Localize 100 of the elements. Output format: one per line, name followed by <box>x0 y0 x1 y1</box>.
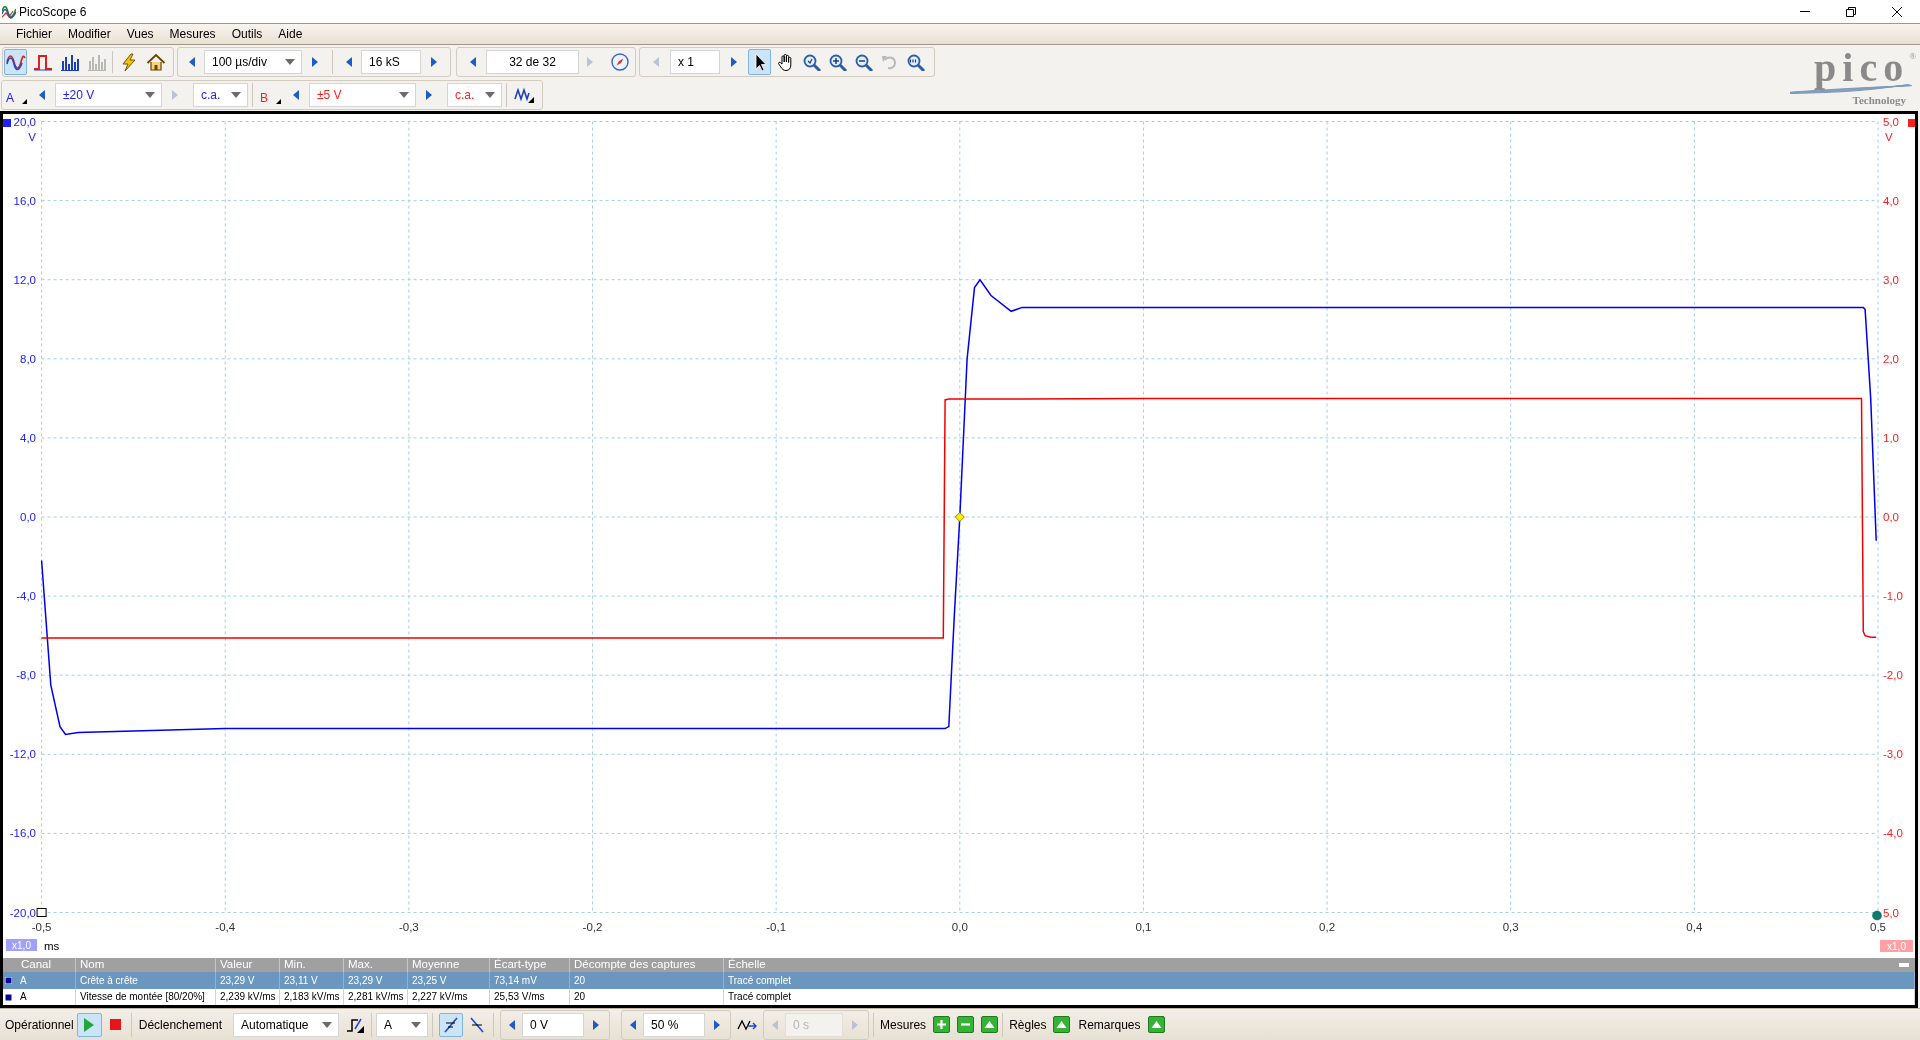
minimize-icon <box>1800 11 1810 12</box>
y-axis-tick-label: 4,0 <box>1883 194 1899 207</box>
bar-chart-icon <box>86 52 107 71</box>
right-triangle-icon <box>431 56 437 67</box>
buffer-field[interactable]: 32 de 32 <box>486 49 579 74</box>
left-triangle-icon <box>630 1019 637 1030</box>
menu-item[interactable]: Mesures <box>161 24 224 44</box>
left-triangle-icon <box>189 56 195 67</box>
right-triangle-icon <box>714 1019 721 1030</box>
section-label: Règles <box>1009 1016 1047 1034</box>
menu-item[interactable]: Aide <box>270 24 311 44</box>
table-cell: 2,281 kV/ms <box>348 992 404 1002</box>
x-axis-tick-label: 0,2 <box>1319 921 1336 933</box>
expand-button[interactable] <box>1053 1016 1071 1033</box>
rising-edge-icon <box>443 1016 460 1033</box>
y-axis-tick-label: 2,0 <box>1883 352 1899 365</box>
y-axis-tick-label: -8,0 <box>16 669 36 682</box>
caret-icon <box>411 1021 422 1028</box>
right-triangle-icon <box>172 89 178 100</box>
channel-button[interactable]: A <box>3 82 27 107</box>
menu-item[interactable]: Vues <box>118 24 162 44</box>
y-axis-tick-label: -4,0 <box>1883 827 1903 840</box>
y-axis-unit-label: V <box>28 131 36 143</box>
bar-chart-icon <box>59 52 80 71</box>
caret-icon <box>485 91 495 98</box>
right-triangle-icon <box>852 1019 859 1030</box>
right-triangle-icon <box>312 56 318 67</box>
scale-badge: x1,0 <box>1880 940 1913 952</box>
x-axis-tick-label: -0,4 <box>215 921 236 933</box>
status-label: Opérationnel <box>5 1016 74 1034</box>
falling-edge-icon <box>469 1016 486 1033</box>
x-axis-tick-label: -0,5 <box>31 921 52 933</box>
left-triangle-icon <box>39 89 45 100</box>
app-icon <box>2 4 16 19</box>
logo-name: pico <box>1814 48 1910 88</box>
trigger-mode-dropdown[interactable]: Automatique <box>233 1012 340 1037</box>
y-axis-tick-label: 5,0 <box>1883 906 1899 919</box>
x-axis-tick-label: -0,1 <box>766 921 787 933</box>
table-row[interactable]: A Vitesse de montée [80/20%] 2,239 kV/ms 2,183 kV/ms 2,281 kV/ms 2,227 kV/ms 25,53 V/ms 20 Tracé complet <box>3 989 1915 1005</box>
table-cell: A <box>20 975 27 986</box>
threshold-field[interactable]: 0 V <box>522 1012 585 1037</box>
coupling-dropdown[interactable]: c.a. <box>447 82 502 107</box>
trigger-marker-icon <box>954 512 965 522</box>
trigger-label: Déclenchement <box>138 1016 223 1034</box>
samples-field[interactable]: 16 kS <box>361 49 421 74</box>
remove-button[interactable] <box>957 1016 975 1033</box>
left-triangle-icon <box>653 56 659 67</box>
y-axis-tick-label: -2,0 <box>1883 669 1903 682</box>
column-header: Écart-type <box>494 959 547 971</box>
range-dropdown[interactable]: ±20 V <box>55 82 162 107</box>
zoom-fit-icon <box>905 52 926 71</box>
table-cell: A <box>20 992 27 1002</box>
menu-item[interactable]: Outils <box>223 24 271 44</box>
column-header: Max. <box>348 959 373 971</box>
expand-button[interactable] <box>981 1016 999 1033</box>
right-triangle-icon <box>593 1019 600 1030</box>
right-triangle-icon <box>587 56 593 67</box>
zigzag-wave-icon <box>514 86 534 103</box>
range-dropdown[interactable]: ±5 V <box>309 82 416 107</box>
y-axis-tick-label: -12,0 <box>9 748 36 761</box>
rising-edge-button[interactable] <box>439 1012 464 1037</box>
column-header: Échelle <box>728 959 766 971</box>
caret-icon <box>231 91 241 98</box>
square-handle-icon[interactable] <box>36 908 47 917</box>
collapse-button[interactable] <box>1897 960 1911 970</box>
zoom-out-icon <box>853 52 874 71</box>
table-cell: 25,53 V/ms <box>494 992 545 1002</box>
x-axis-tick-label: 0,1 <box>1135 921 1152 933</box>
pointer-tool-button[interactable] <box>748 48 771 75</box>
pretrigger-field[interactable]: 50 % <box>643 1012 706 1037</box>
zoom-field[interactable]: x 1 <box>670 49 720 74</box>
run-button[interactable] <box>76 1012 102 1037</box>
table-cell: 23,29 V <box>220 975 255 986</box>
expand-button[interactable] <box>1147 1016 1165 1033</box>
y-axis-tick-label: 0,0 <box>20 511 36 523</box>
section-label: Remarques <box>1078 1016 1141 1034</box>
left-triangle-icon <box>293 89 299 100</box>
magnifier-icon <box>801 52 822 71</box>
column-header: Nom <box>80 959 105 971</box>
x-axis-tick-label: 0,4 <box>1686 921 1703 933</box>
table-cell: Vitesse de montée [80/20%] <box>80 992 205 1002</box>
table-cell: 20 <box>574 975 586 986</box>
zoom-in-icon <box>827 52 848 71</box>
y-axis-tick-label: 1,0 <box>1883 431 1899 444</box>
menu-item[interactable]: Fichier <box>8 24 60 44</box>
left-triangle-icon <box>509 1019 516 1030</box>
trigger-source-dropdown[interactable]: A <box>376 1012 429 1037</box>
coupling-dropdown[interactable]: c.a. <box>193 82 248 107</box>
circle-handle-icon[interactable] <box>1872 910 1882 921</box>
timebase-dropdown[interactable]: 100 µs/div <box>204 49 302 74</box>
stop-icon <box>110 1019 122 1030</box>
menu-item[interactable]: Modifier <box>60 24 119 44</box>
scope-view-button[interactable] <box>4 48 27 75</box>
add-button[interactable] <box>933 1016 951 1033</box>
table-cell: 2,227 kV/ms <box>412 992 468 1002</box>
table-cell: Tracé complet <box>728 975 791 986</box>
caret-icon <box>399 91 409 98</box>
compass-icon <box>611 52 629 71</box>
registered-mark: ® <box>1909 52 1916 61</box>
y-axis-tick-label: 0,0 <box>1883 511 1899 523</box>
